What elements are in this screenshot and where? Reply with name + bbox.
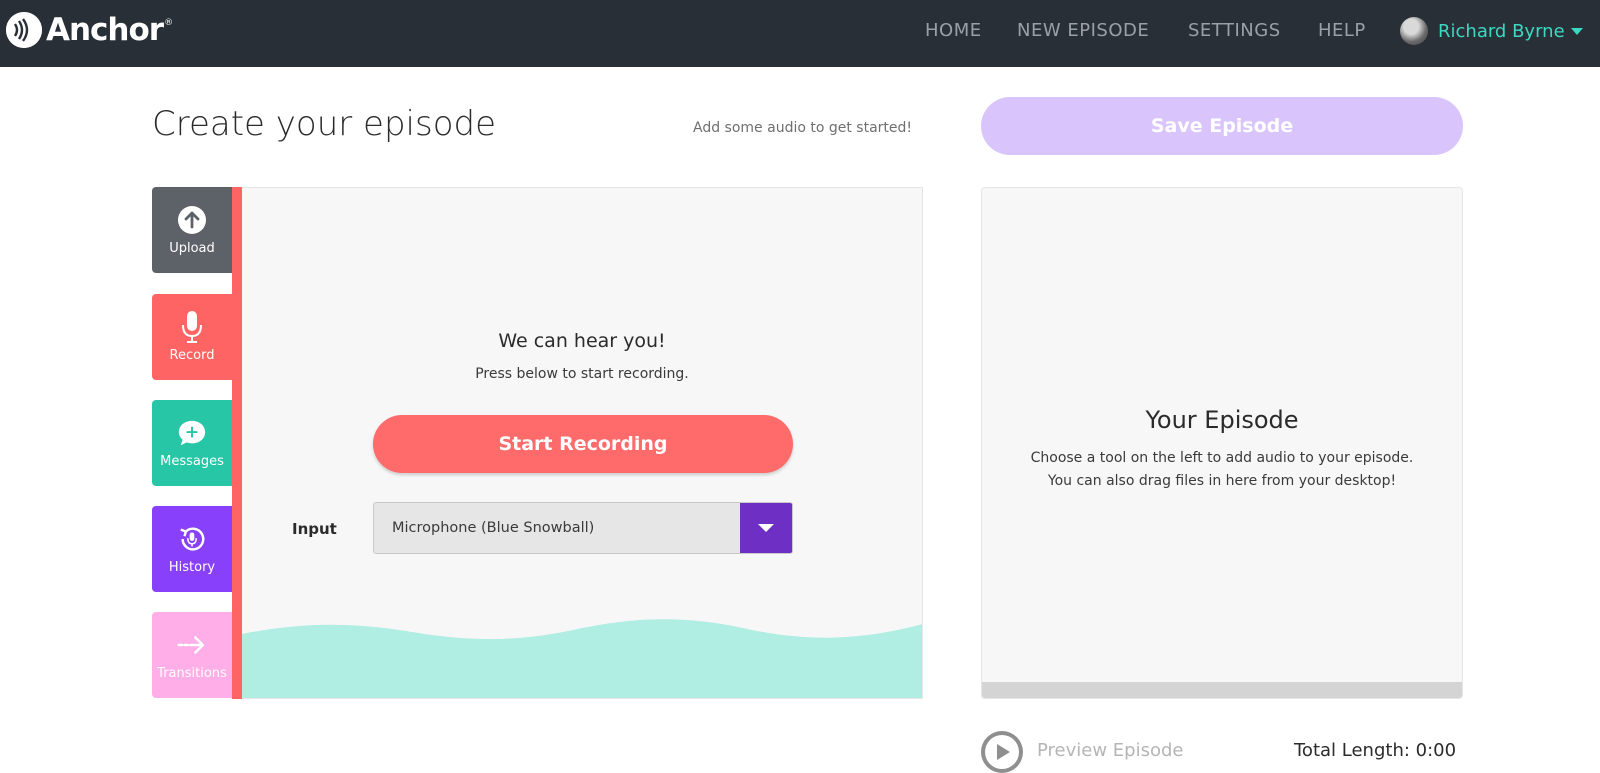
episode-dropzone[interactable]: Your Episode Choose a tool on the left t… xyxy=(981,187,1463,699)
record-subheading: Press below to start recording. xyxy=(475,366,689,382)
tool-tab-history[interactable]: History xyxy=(152,506,232,592)
tool-tab-messages[interactable]: Messages xyxy=(152,400,232,486)
total-length: Total Length: 0:00 xyxy=(1294,740,1457,761)
user-menu[interactable]: Richard Byrne xyxy=(1400,16,1583,46)
tool-label: Record xyxy=(169,347,215,363)
tool-label: Messages xyxy=(160,453,224,469)
tool-tab-transitions[interactable]: Transitions xyxy=(152,612,232,698)
tool-label: Transitions xyxy=(157,665,227,681)
registered-mark: ® xyxy=(164,18,174,28)
anchor-logo[interactable]: Anchor ® xyxy=(6,10,173,50)
input-device-select[interactable]: Microphone (Blue Snowball) xyxy=(373,502,793,554)
active-tool-indicator xyxy=(232,187,242,699)
user-name: Richard Byrne xyxy=(1438,20,1565,42)
record-heading: We can hear you! xyxy=(498,330,666,352)
get-started-hint: Add some audio to get started! xyxy=(693,120,913,136)
input-device-value: Microphone (Blue Snowball) xyxy=(392,520,595,536)
top-navigation-bar: Anchor ® HOME NEW EPISODE SETTINGS HELP … xyxy=(0,0,1600,67)
message-plus-icon xyxy=(177,418,207,448)
episode-description-line2: You can also drag files in here from you… xyxy=(1047,473,1397,489)
chevron-down-icon xyxy=(1570,27,1583,35)
tool-tab-upload[interactable]: Upload xyxy=(152,187,232,273)
nav-settings-link[interactable]: SETTINGS xyxy=(1188,0,1281,60)
episode-timeline-bar xyxy=(982,682,1462,698)
preview-episode-label[interactable]: Preview Episode xyxy=(1037,740,1183,761)
history-icon xyxy=(177,524,207,554)
microphone-icon xyxy=(177,310,207,343)
page-title: Create your episode xyxy=(152,104,497,144)
nav-new-episode-link[interactable]: NEW EPISODE xyxy=(1017,0,1149,60)
upload-icon xyxy=(177,205,207,235)
episode-title: Your Episode xyxy=(1145,406,1299,434)
anchor-logo-icon xyxy=(6,12,42,48)
start-recording-button[interactable]: Start Recording xyxy=(373,415,793,473)
chevron-down-icon xyxy=(758,524,774,532)
tool-label: Upload xyxy=(169,240,215,256)
play-icon xyxy=(985,735,1019,769)
episode-description-line1: Choose a tool on the left to add audio t… xyxy=(1030,450,1414,466)
audio-wave-decoration xyxy=(242,619,922,698)
nav-help-link[interactable]: HELP xyxy=(1318,0,1366,60)
input-label: Input xyxy=(292,520,337,538)
input-dropdown-button[interactable] xyxy=(740,503,792,553)
tool-tab-record[interactable]: Record xyxy=(152,294,232,380)
save-episode-button[interactable]: Save Episode xyxy=(981,97,1463,155)
nav-home-link[interactable]: HOME xyxy=(925,0,982,60)
anchor-logo-text: Anchor xyxy=(46,12,164,48)
avatar xyxy=(1400,17,1428,45)
preview-play-button[interactable] xyxy=(981,731,1023,773)
tool-label: History xyxy=(168,559,216,575)
record-panel: We can hear you! Press below to start re… xyxy=(242,187,923,699)
arrow-right-icon xyxy=(177,630,207,660)
